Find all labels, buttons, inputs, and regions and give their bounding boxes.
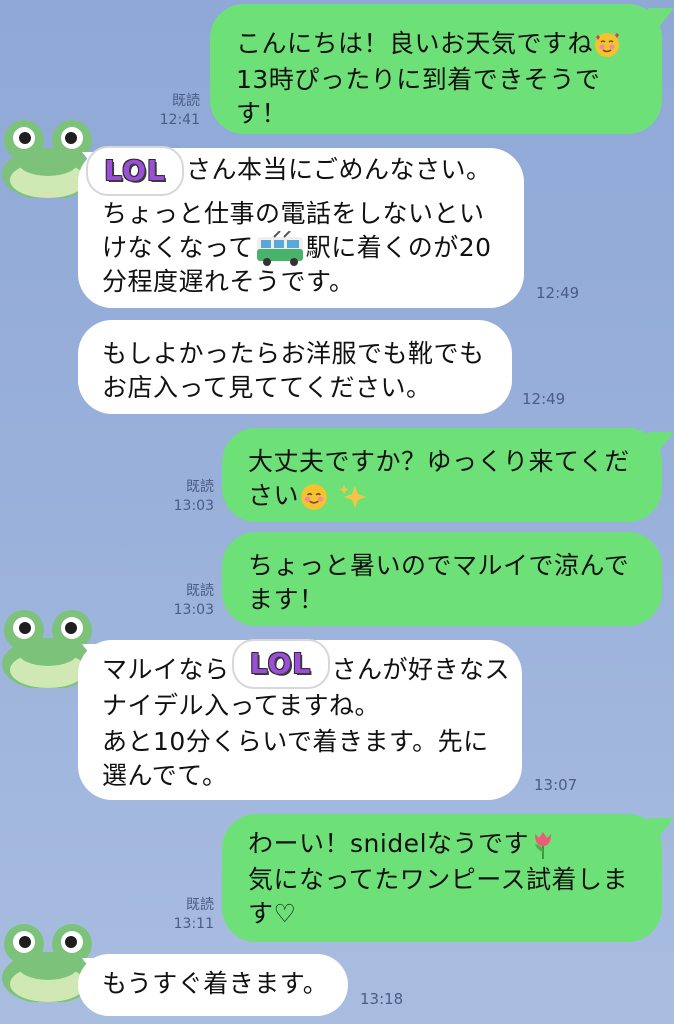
message-text: ちょっと暑いのでマルイで涼んで bbox=[248, 551, 630, 580]
lol-sticker: LOL bbox=[231, 639, 330, 689]
lol-sticker: LOL bbox=[86, 146, 184, 196]
message-text: けなくなって bbox=[102, 233, 254, 262]
message-text: 駅に着くのが20 bbox=[305, 233, 492, 262]
message-bubble[interactable]: LOL さん本当にごめんなさい。 ちょっと仕事の電話をしないとい けなくなって 駅に… bbox=[78, 146, 524, 308]
message-text: 13時ぴったりに到着できそうで bbox=[236, 65, 601, 94]
message-text: マルイなら bbox=[102, 655, 230, 684]
message-text: す！ bbox=[236, 99, 288, 128]
read-receipt: 既読 12:41 bbox=[159, 93, 200, 128]
message-time: 12:49 bbox=[522, 390, 566, 408]
message-time: 12:49 bbox=[536, 284, 580, 302]
message-text: 気になってたワンピース試着しま bbox=[248, 865, 629, 894]
message-bubble[interactable]: ちょっと暑いのでマルイで涼んで ます！ bbox=[222, 532, 662, 626]
message-text: 選んでて。 bbox=[102, 761, 228, 790]
message-text: さんが好きなス bbox=[331, 655, 511, 684]
message-text: さい bbox=[248, 481, 300, 510]
read-receipt: 既読 13:03 bbox=[173, 479, 214, 514]
message-bubble[interactable]: もしよかったらお洋服でも靴でも お店入って見ててください。 bbox=[78, 320, 512, 414]
read-receipt: 既読 13:03 bbox=[173, 583, 214, 618]
message-text: お店入って見ててください。 bbox=[102, 373, 432, 402]
message-text: こんにちは！良いお天気ですね bbox=[236, 29, 594, 58]
chat-area[interactable]: 既読 12:41 こんにちは！良いお天気ですね 13時ぴったりに到着できそうで … bbox=[0, 0, 674, 1024]
message-bubble[interactable]: 大丈夫ですか？ゆっくり来てくだ さい bbox=[222, 428, 662, 522]
smiling-emoji bbox=[301, 484, 327, 510]
read-receipt: 既読 13:11 bbox=[173, 897, 214, 932]
message-text: あと10分くらいで着きます。先に bbox=[102, 727, 489, 756]
sparkles-emoji bbox=[339, 485, 367, 508]
message-text: さん本当にごめんなさい。 bbox=[186, 155, 492, 184]
message-bubble[interactable]: マルイなら LOL さんが好きなス ナイデル入ってますね。 あと10分くらいで着きま… bbox=[78, 639, 522, 800]
smiling-hearts-emoji bbox=[595, 33, 620, 57]
message-bubble[interactable]: わーい！snidelなうです 気になってたワンピース試着しま す♡ bbox=[222, 814, 662, 942]
message-text: わーい！snidelなうです bbox=[248, 829, 530, 858]
message-text: ます！ bbox=[248, 585, 325, 614]
message-text: ナイデル入ってますね。 bbox=[102, 691, 381, 720]
message-text: ちょっと仕事の電話をしないとい bbox=[102, 199, 485, 228]
message-text: 分程度遅れそうです。 bbox=[102, 267, 355, 296]
message-time: 13:18 bbox=[360, 990, 404, 1008]
tulip-emoji bbox=[535, 832, 552, 859]
message-bubble[interactable]: こんにちは！良いお天気ですね 13時ぴったりに到着できそうで す！ bbox=[210, 4, 662, 134]
trolleybus-emoji bbox=[256, 231, 303, 266]
message-time: 13:07 bbox=[534, 776, 578, 794]
message-text: もしよかったらお洋服でも靴でも bbox=[102, 339, 485, 368]
message-bubble[interactable]: もうすぐ着きます。 bbox=[78, 954, 348, 1016]
message-text: す♡ bbox=[248, 899, 297, 928]
message-text: 大丈夫ですか？ゆっくり来てくだ bbox=[248, 447, 630, 476]
message-text: もうすぐ着きます。 bbox=[102, 969, 329, 998]
